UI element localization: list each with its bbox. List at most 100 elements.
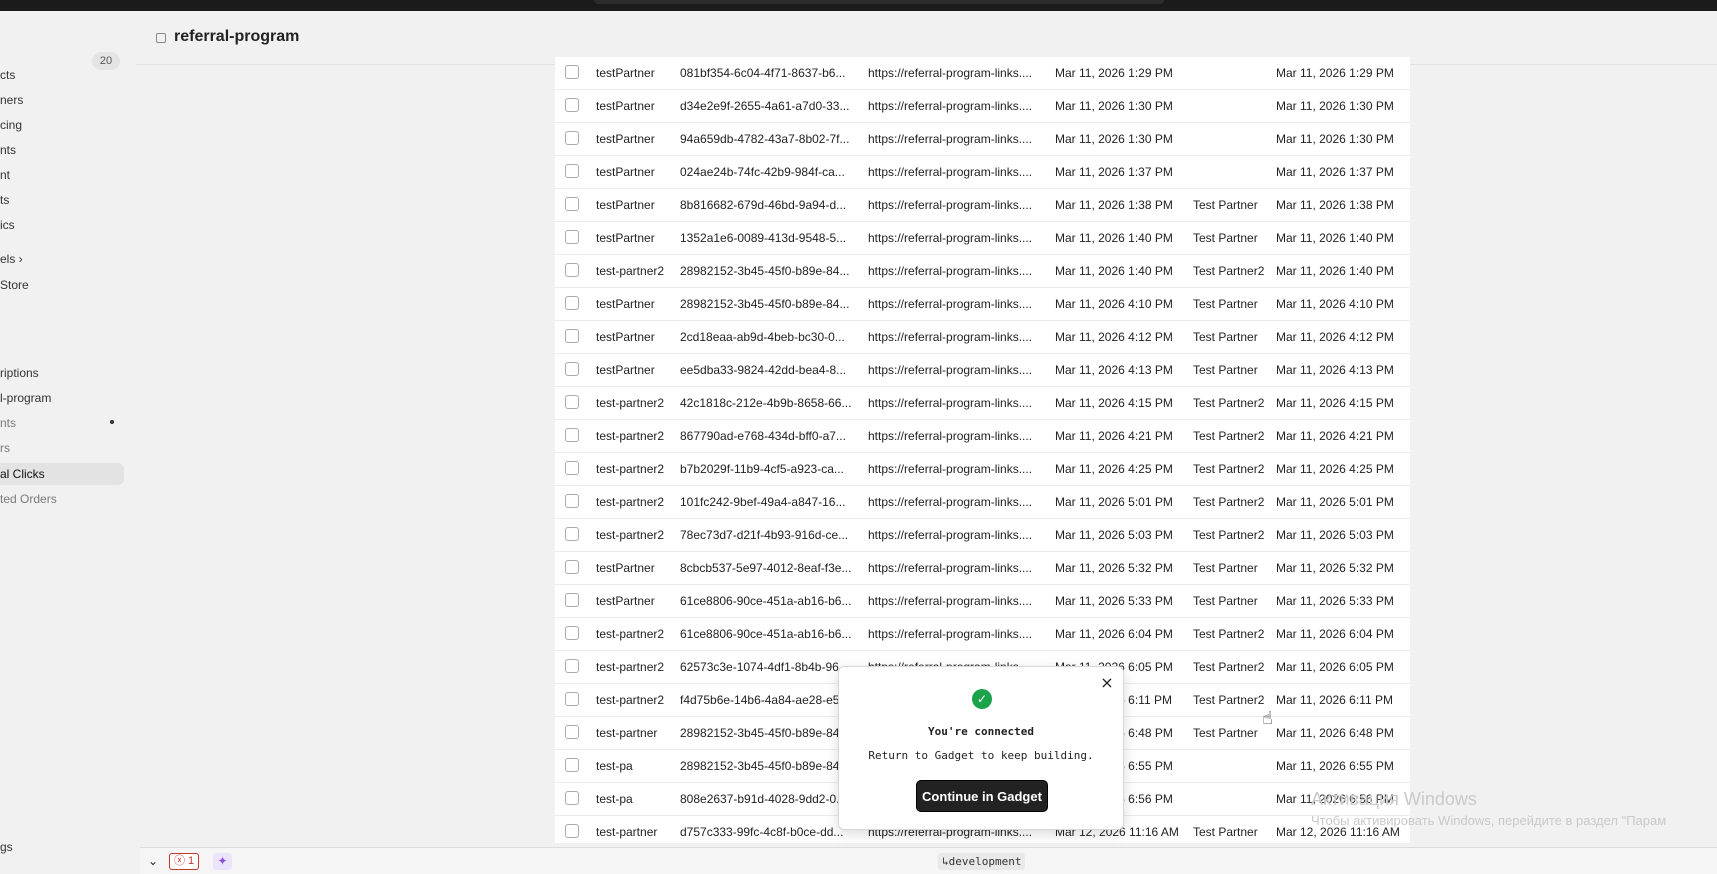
table-row[interactable]: test-partner2 28982152-3b45-45f0-b89e-84.… <box>555 255 1410 288</box>
row-checkbox[interactable] <box>565 692 579 706</box>
top-search-bar[interactable] <box>594 0 1164 4</box>
table-row[interactable]: testPartner 94a659db-4782-43a7-8b02-7f...… <box>555 123 1410 156</box>
row-checkbox[interactable] <box>565 296 579 310</box>
cell-id: 101fc242-9bef-49a4-a847-16... <box>680 495 846 509</box>
cell-url: https://referral-program-links.... <box>868 495 1033 509</box>
sidebar-count-badge: 20 <box>92 52 120 70</box>
sidebar-item[interactable]: nts <box>0 412 16 434</box>
cell-partner: Test Partner2 <box>1193 396 1265 410</box>
unsaved-dot-icon <box>110 420 114 424</box>
cell-user: testPartner <box>596 198 655 212</box>
cell-user: test-pa <box>596 759 633 773</box>
cell-partner: Test Partner2 <box>1193 429 1265 443</box>
row-checkbox[interactable] <box>565 164 579 178</box>
row-checkbox[interactable] <box>565 725 579 739</box>
row-checkbox[interactable] <box>565 494 579 508</box>
row-checkbox[interactable] <box>565 527 579 541</box>
row-checkbox[interactable] <box>565 593 579 607</box>
sidebar-item[interactable]: riptions <box>0 362 39 384</box>
cell-partner: Test Partner2 <box>1193 264 1265 278</box>
cell-updated: Mar 11, 2026 4:15 PM <box>1276 396 1394 410</box>
cell-id: 94a659db-4782-43a7-8b02-7f... <box>680 132 850 146</box>
table-row[interactable]: testPartner 8cbcb537-5e97-4012-8eaf-f3e..… <box>555 552 1410 585</box>
table-row[interactable]: test-partner2 78ec73d7-d21f-4b93-916d-ce.… <box>555 519 1410 552</box>
ai-assistant-icon[interactable]: ✦ <box>213 853 232 870</box>
sidebar-item[interactable]: ts <box>0 189 9 211</box>
cell-id: ee5dba33-9824-42dd-bea4-8... <box>680 363 847 377</box>
cell-updated: Mar 11, 2026 4:25 PM <box>1276 462 1394 476</box>
cell-created: Mar 11, 2026 4:21 PM <box>1055 429 1173 443</box>
table-row[interactable]: testPartner 1352a1e6-0089-413d-9548-5... h… <box>555 222 1410 255</box>
cell-updated: Mar 11, 2026 5:01 PM <box>1276 495 1394 509</box>
cell-user: testPartner <box>596 231 655 245</box>
cell-id: f4d75b6e-14b6-4a84-ae28-e5... <box>680 693 850 707</box>
table-row[interactable]: testPartner 024ae24b-74fc-42b9-984f-ca...… <box>555 156 1410 189</box>
row-checkbox[interactable] <box>565 560 579 574</box>
table-row[interactable]: testPartner 28982152-3b45-45f0-b89e-84...… <box>555 288 1410 321</box>
table-row[interactable]: testPartner 61ce8806-90ce-451a-ab16-b6...… <box>555 585 1410 618</box>
table-row[interactable]: test-partner2 61ce8806-90ce-451a-ab16-b6.… <box>555 618 1410 651</box>
cell-user: test-partner2 <box>596 264 665 278</box>
row-checkbox[interactable] <box>565 131 579 145</box>
sidebar-item[interactable]: rs <box>0 437 10 459</box>
sidebar-item[interactable]: Store <box>0 274 29 296</box>
sidebar-item[interactable]: al Clicks <box>0 463 124 485</box>
sidebar-item[interactable]: ners <box>0 89 23 111</box>
row-checkbox[interactable] <box>565 659 579 673</box>
sidebar-item[interactable]: cing <box>0 114 22 136</box>
sidebar-item[interactable]: nt <box>0 164 10 186</box>
table-row[interactable]: test-partner2 b7b2029f-11b9-4cf5-a923-ca.… <box>555 453 1410 486</box>
cell-created: Mar 11, 2026 5:01 PM <box>1055 495 1173 509</box>
cell-url: https://referral-program-links.... <box>868 132 1033 146</box>
cell-partner: Test Partner <box>1193 297 1258 311</box>
cell-partner: Test Partner <box>1193 561 1258 575</box>
row-checkbox[interactable] <box>565 329 579 343</box>
sidebar-item[interactable]: els › <box>0 248 23 270</box>
cell-updated: Mar 11, 2026 4:12 PM <box>1276 330 1394 344</box>
sidebar-item[interactable]: nts <box>0 139 16 161</box>
environment-branch[interactable]: ↳development <box>938 853 1026 870</box>
row-checkbox[interactable] <box>565 758 579 772</box>
cell-user: testPartner <box>596 165 655 179</box>
row-checkbox[interactable] <box>565 65 579 79</box>
sidebar-item[interactable]: gs <box>0 836 13 858</box>
table-row[interactable]: testPartner 8b816682-679d-46bd-9a94-d... h… <box>555 189 1410 222</box>
sidebar-item[interactable]: cts <box>0 64 15 86</box>
row-checkbox[interactable] <box>565 461 579 475</box>
row-checkbox[interactable] <box>565 824 579 838</box>
sidebar-item[interactable]: ted Orders <box>0 488 57 510</box>
row-checkbox[interactable] <box>565 230 579 244</box>
cell-created: Mar 11, 2026 1:29 PM <box>1055 66 1173 80</box>
table-row[interactable]: test-partner2 42c1818c-212e-4b9b-8658-66.… <box>555 387 1410 420</box>
chevron-down-icon[interactable]: ⌄ <box>148 854 158 868</box>
cell-created: Mar 11, 2026 4:25 PM <box>1055 462 1173 476</box>
row-checkbox[interactable] <box>565 98 579 112</box>
sidebar-item[interactable]: ics <box>0 214 15 236</box>
top-bar <box>0 0 1717 11</box>
close-icon[interactable]: × <box>1099 675 1115 691</box>
continue-in-gadget-button[interactable]: Continue in Gadget <box>916 780 1048 812</box>
table-row[interactable]: testPartner ee5dba33-9824-42dd-bea4-8... h… <box>555 354 1410 387</box>
table-row[interactable]: testPartner 2cd18eaa-ab9d-4beb-bc30-0... h… <box>555 321 1410 354</box>
row-checkbox[interactable] <box>565 362 579 376</box>
windows-activation-hint: Чтобы активировать Windows, перейдите в … <box>1311 813 1667 828</box>
row-checkbox[interactable] <box>565 197 579 211</box>
error-count-badge[interactable]: ⓧ 1 <box>169 853 200 870</box>
cell-user: testPartner <box>596 594 655 608</box>
cell-updated: Mar 11, 2026 4:21 PM <box>1276 429 1394 443</box>
cell-user: testPartner <box>596 66 655 80</box>
row-checkbox[interactable] <box>565 626 579 640</box>
row-checkbox[interactable] <box>565 395 579 409</box>
cell-partner: Test Partner2 <box>1193 693 1265 707</box>
row-checkbox[interactable] <box>565 428 579 442</box>
table-row[interactable]: test-partner2 101fc242-9bef-49a4-a847-16.… <box>555 486 1410 519</box>
row-checkbox[interactable] <box>565 263 579 277</box>
cell-updated: Mar 11, 2026 6:55 PM <box>1276 759 1394 773</box>
table-row[interactable]: test-partner2 867790ad-e768-434d-bff0-a7.… <box>555 420 1410 453</box>
cell-id: 1352a1e6-0089-413d-9548-5... <box>680 231 847 245</box>
sidebar-item[interactable]: l-program <box>0 387 51 409</box>
table-row[interactable]: testPartner 081bf354-6c04-4f71-8637-b6...… <box>555 57 1410 90</box>
row-checkbox[interactable] <box>565 791 579 805</box>
table-row[interactable]: testPartner d34e2e9f-2655-4a61-a7d0-33...… <box>555 90 1410 123</box>
cell-url: https://referral-program-links.... <box>868 99 1033 113</box>
